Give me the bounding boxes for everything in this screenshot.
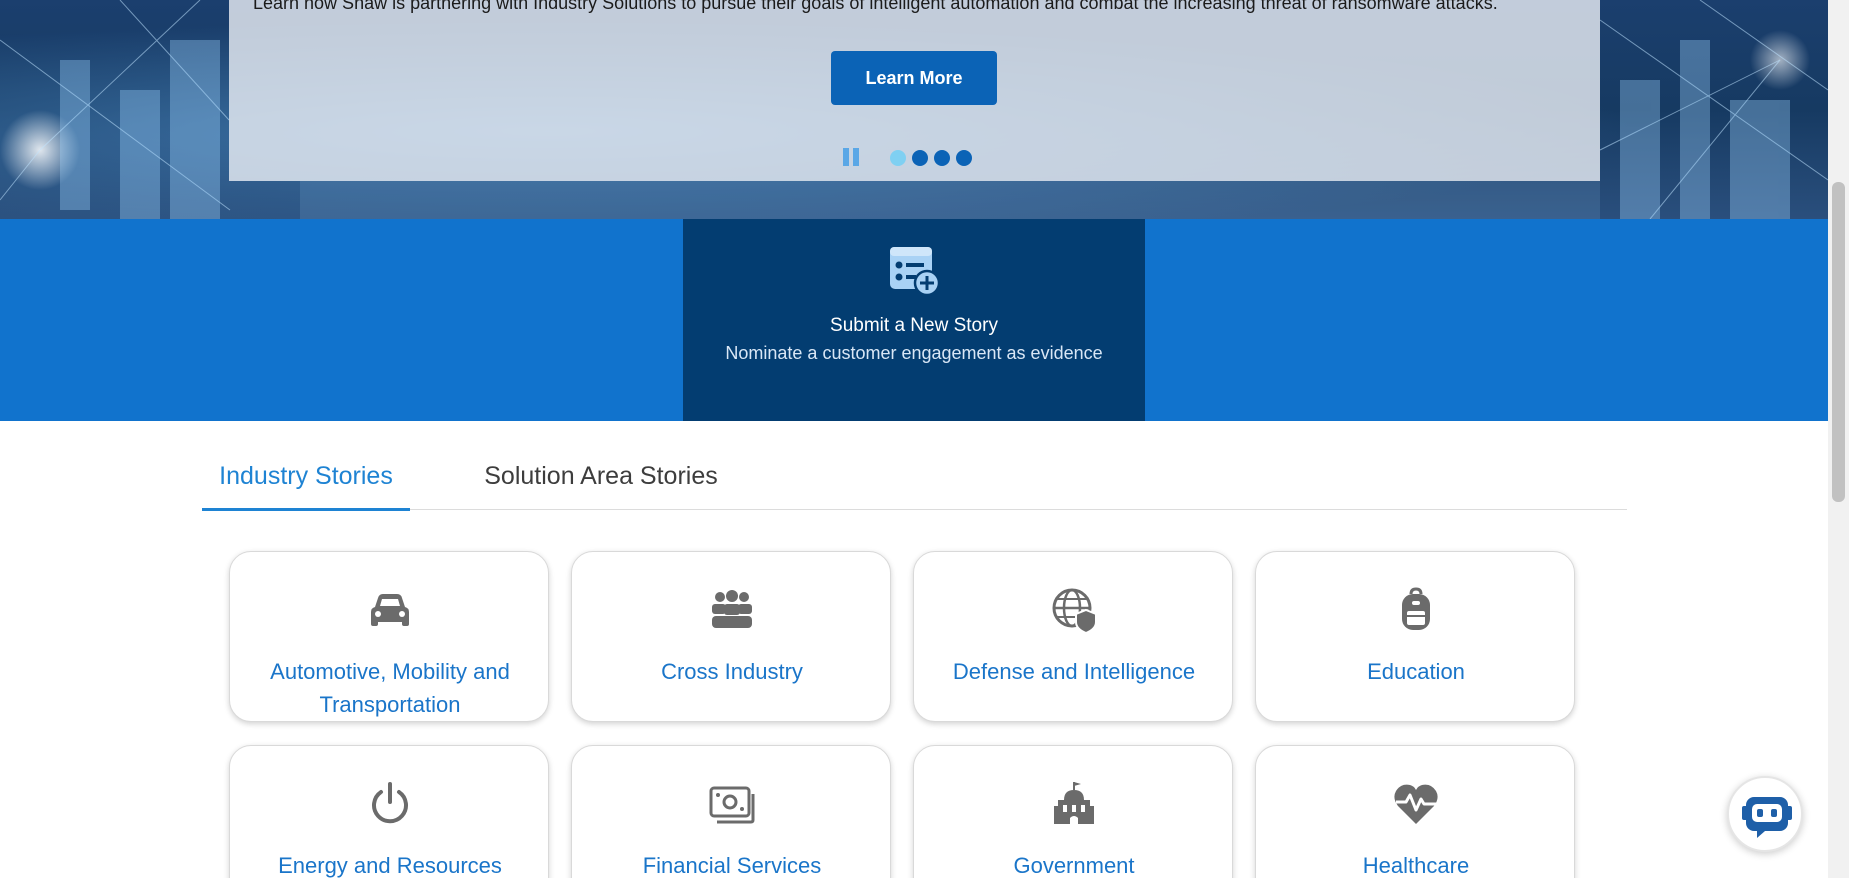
money-bill-icon bbox=[709, 786, 755, 824]
heart-pulse-icon bbox=[1394, 784, 1438, 824]
carousel-indicators bbox=[890, 150, 972, 166]
industry-card-energy[interactable]: Energy and Resources bbox=[229, 745, 549, 878]
hero-description: Learn how Shaw is partnering with Indust… bbox=[253, 0, 1498, 13]
tab-solution-area-stories[interactable]: Solution Area Stories bbox=[481, 462, 721, 508]
page-scrollbar[interactable] bbox=[1828, 0, 1849, 878]
hero-banner: Learn how Shaw is partnering with Indust… bbox=[0, 0, 1828, 219]
submit-story-subtitle: Nominate a customer engagement as eviden… bbox=[725, 343, 1103, 363]
backpack-icon bbox=[1402, 587, 1430, 630]
story-tabs: Industry Stories Solution Area Stories bbox=[202, 448, 1627, 511]
submit-story-band: Submit a New Story Nominate a customer e… bbox=[0, 219, 1828, 421]
tab-industry-stories[interactable]: Industry Stories bbox=[202, 462, 410, 511]
industry-card-label: Government bbox=[1013, 853, 1135, 878]
power-icon bbox=[372, 782, 408, 824]
carousel-dot-4[interactable] bbox=[956, 150, 972, 166]
learn-more-button[interactable]: Learn More bbox=[831, 51, 997, 105]
carousel-dot-1[interactable] bbox=[890, 150, 906, 166]
industry-card-education[interactable]: Education bbox=[1255, 551, 1575, 722]
industry-card-financial[interactable]: Financial Services bbox=[571, 745, 891, 878]
industry-card-label: Financial Services bbox=[642, 853, 822, 878]
pause-icon bbox=[843, 148, 849, 166]
scrollbar-thumb[interactable] bbox=[1832, 182, 1845, 502]
robot-icon bbox=[1742, 797, 1792, 838]
industry-card-label: Defense and Intelligence bbox=[952, 659, 1196, 684]
industry-card-label: Education bbox=[1367, 659, 1465, 684]
industry-card-government[interactable]: Government bbox=[913, 745, 1233, 878]
industry-card-label: Automotive, Mobility and Transportation bbox=[270, 659, 510, 717]
industry-card-cross-industry[interactable]: Cross Industry bbox=[571, 551, 891, 722]
carousel-dot-3[interactable] bbox=[934, 150, 950, 166]
people-group-icon bbox=[712, 590, 752, 628]
car-icon bbox=[371, 594, 409, 626]
industry-card-label: Cross Industry bbox=[661, 659, 803, 684]
globe-shield-icon bbox=[1052, 588, 1097, 634]
chatbot-launcher-button[interactable] bbox=[1727, 776, 1803, 852]
industry-card-healthcare[interactable]: Healthcare bbox=[1255, 745, 1575, 878]
submit-story-title: Submit a New Story bbox=[830, 315, 998, 336]
carousel-pause-button[interactable] bbox=[843, 148, 861, 168]
industry-card-label: Healthcare bbox=[1362, 853, 1470, 878]
form-add-icon bbox=[890, 247, 941, 297]
industry-card-automotive[interactable]: Automotive, Mobility and Transportation bbox=[229, 551, 549, 722]
government-building-icon bbox=[1054, 782, 1094, 824]
submit-story-card[interactable]: Submit a New Story Nominate a customer e… bbox=[683, 219, 1145, 421]
industry-card-defense[interactable]: Defense and Intelligence bbox=[913, 551, 1233, 722]
carousel-dot-2[interactable] bbox=[912, 150, 928, 166]
industry-card-label: Energy and Resources bbox=[278, 853, 502, 878]
